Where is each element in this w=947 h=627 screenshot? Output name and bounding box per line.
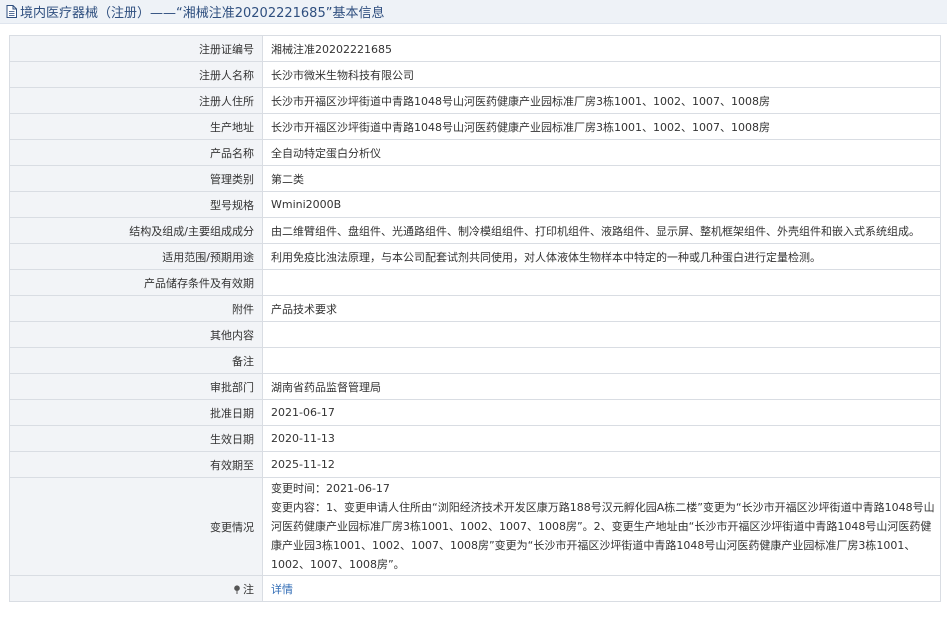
note-label: 注 xyxy=(243,582,254,596)
note-label-cell: 注 xyxy=(9,575,263,602)
pin-icon xyxy=(233,584,241,594)
table-row: 备注 xyxy=(9,347,941,374)
field-label: 其他内容 xyxy=(9,321,263,348)
table-row: 批准日期 2021-06-17 xyxy=(9,399,941,426)
detail-link[interactable]: 详情 xyxy=(271,583,293,596)
table-row: 审批部门 湖南省药品监督管理局 xyxy=(9,373,941,400)
field-label: 注册人住所 xyxy=(9,87,263,114)
page-header: 境内医疗器械（注册）——“湘械注准20202221685”基本信息 xyxy=(0,0,947,24)
field-value: 第二类 xyxy=(262,165,941,192)
field-label: 结构及组成/主要组成成分 xyxy=(9,217,263,244)
table-row: 结构及组成/主要组成成分 由二维臂组件、盘组件、光通路组件、制冷模组组件、打印机… xyxy=(9,217,941,244)
field-label: 附件 xyxy=(9,295,263,322)
field-label: 备注 xyxy=(9,347,263,374)
field-value: Wmini2000B xyxy=(262,191,941,218)
field-value: 湘械注准20202221685 xyxy=(262,35,941,62)
table-row: 注册证编号 湘械注准20202221685 xyxy=(9,35,941,62)
field-value xyxy=(262,269,941,296)
field-value: 2025-11-12 xyxy=(262,451,941,478)
change-value: 变更时间：2021-06-17 变更内容：1、变更申请人住所由“浏阳经济技术开发… xyxy=(262,477,941,576)
field-label: 有效期至 xyxy=(9,451,263,478)
table-row: 产品储存条件及有效期 xyxy=(9,269,941,296)
field-value: 长沙市微米生物科技有限公司 xyxy=(262,61,941,88)
field-label: 生效日期 xyxy=(9,425,263,452)
field-label: 批准日期 xyxy=(9,399,263,426)
field-label: 型号规格 xyxy=(9,191,263,218)
change-time: 变更时间：2021-06-17 xyxy=(271,482,390,495)
page-title: 境内医疗器械（注册）——“湘械注准20202221685”基本信息 xyxy=(20,6,385,21)
field-label: 产品储存条件及有效期 xyxy=(9,269,263,296)
change-label: 变更情况 xyxy=(9,477,263,576)
field-value: 产品技术要求 xyxy=(262,295,941,322)
field-value: 湖南省药品监督管理局 xyxy=(262,373,941,400)
table-row: 型号规格 Wmini2000B xyxy=(9,191,941,218)
table-row: 注册人住所 长沙市开福区沙坪街道中青路1048号山河医药健康产业园标准厂房3栋1… xyxy=(9,87,941,114)
field-value: 2020-11-13 xyxy=(262,425,941,452)
field-value xyxy=(262,321,941,348)
field-label: 管理类别 xyxy=(9,165,263,192)
change-content: 变更内容：1、变更申请人住所由“浏阳经济技术开发区康万路188号汉元孵化园A栋二… xyxy=(271,501,935,571)
table-row: 其他内容 xyxy=(9,321,941,348)
field-value: 2021-06-17 xyxy=(262,399,941,426)
field-value: 长沙市开福区沙坪街道中青路1048号山河医药健康产业园标准厂房3栋1001、10… xyxy=(262,113,941,140)
field-value: 全自动特定蛋白分析仪 xyxy=(262,139,941,166)
field-label: 注册证编号 xyxy=(9,35,263,62)
field-label: 审批部门 xyxy=(9,373,263,400)
field-value xyxy=(262,347,941,374)
info-table: 注册证编号 湘械注准20202221685 注册人名称 长沙市微米生物科技有限公… xyxy=(9,35,941,602)
table-row: 生产地址 长沙市开福区沙坪街道中青路1048号山河医药健康产业园标准厂房3栋10… xyxy=(9,113,941,140)
table-row: 生效日期 2020-11-13 xyxy=(9,425,941,452)
field-label: 适用范围/预期用途 xyxy=(9,243,263,270)
document-icon xyxy=(6,5,17,18)
field-label: 产品名称 xyxy=(9,139,263,166)
field-value: 利用免疫比浊法原理，与本公司配套试剂共同使用，对人体液体生物样本中特定的一种或几… xyxy=(262,243,941,270)
table-row: 注册人名称 长沙市微米生物科技有限公司 xyxy=(9,61,941,88)
field-label: 注册人名称 xyxy=(9,61,263,88)
field-value: 由二维臂组件、盘组件、光通路组件、制冷模组组件、打印机组件、液路组件、显示屏、整… xyxy=(262,217,941,244)
table-row: 产品名称 全自动特定蛋白分析仪 xyxy=(9,139,941,166)
table-row: 适用范围/预期用途 利用免疫比浊法原理，与本公司配套试剂共同使用，对人体液体生物… xyxy=(9,243,941,270)
note-value: 详情 xyxy=(262,575,941,602)
change-row: 变更情况 变更时间：2021-06-17 变更内容：1、变更申请人住所由“浏阳经… xyxy=(9,477,941,576)
table-row: 附件 产品技术要求 xyxy=(9,295,941,322)
note-row: 注 详情 xyxy=(9,575,941,602)
table-row: 有效期至 2025-11-12 xyxy=(9,451,941,478)
field-label: 生产地址 xyxy=(9,113,263,140)
table-row: 管理类别 第二类 xyxy=(9,165,941,192)
field-value: 长沙市开福区沙坪街道中青路1048号山河医药健康产业园标准厂房3栋1001、10… xyxy=(262,87,941,114)
